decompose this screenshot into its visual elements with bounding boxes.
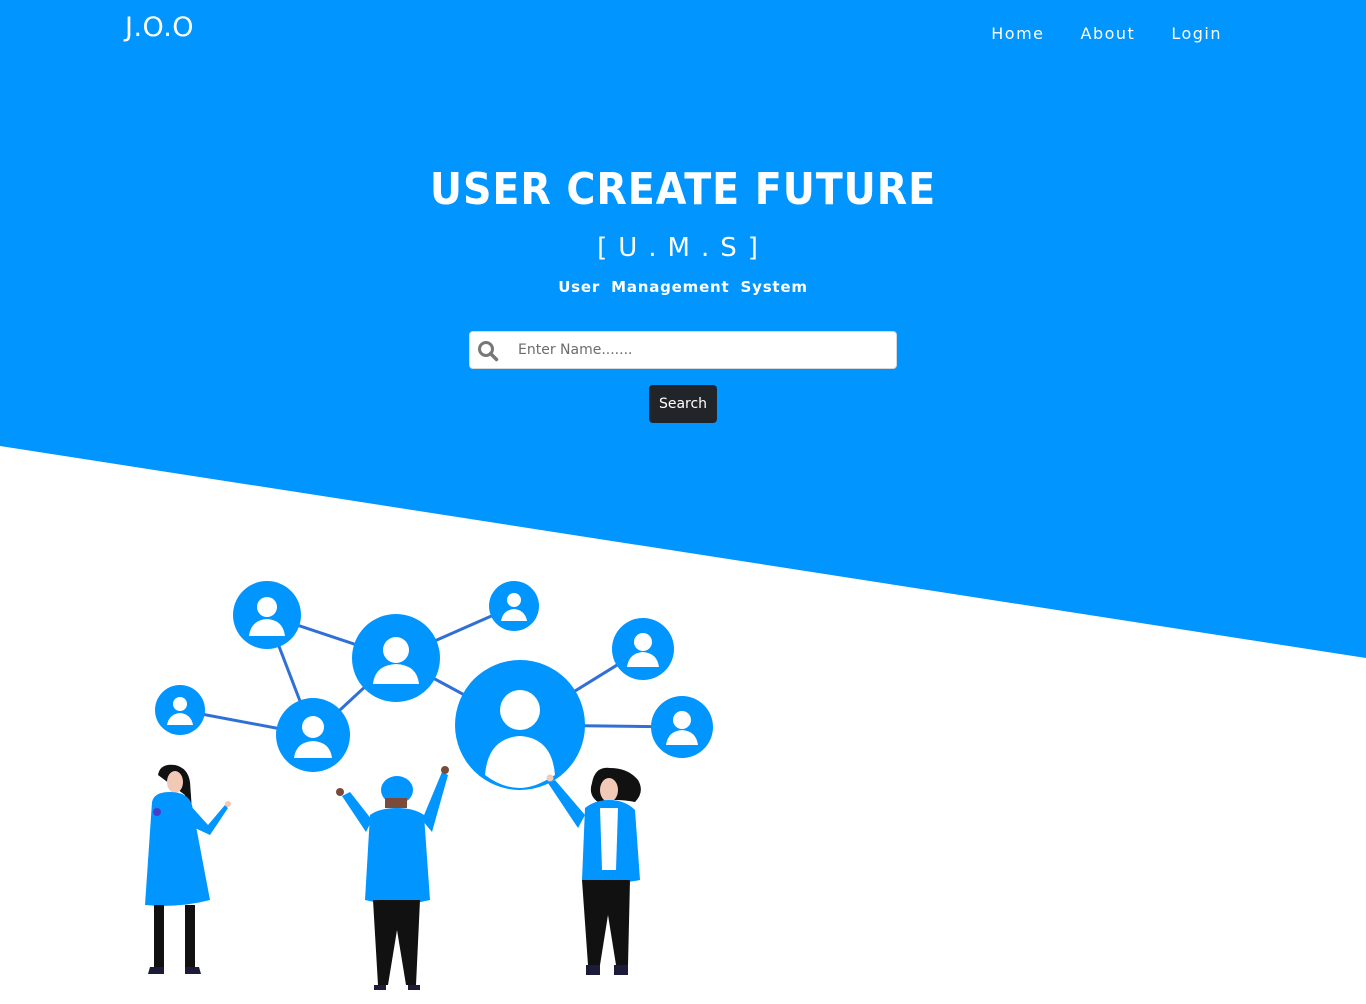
hero-abbreviation: [U.M.S] (597, 233, 769, 263)
navbar: J.O.O Home About Login (0, 0, 1366, 70)
page: J.O.O Home About Login USER CREATE FUTUR… (0, 0, 1366, 1004)
user-node (612, 618, 674, 680)
user-node (455, 660, 585, 790)
search-button[interactable]: Search (649, 385, 717, 423)
hero: USER CREATE FUTURE [U.M.S] User Manageme… (0, 160, 1366, 296)
user-node (489, 581, 539, 631)
nav-link-about[interactable]: About (1081, 24, 1136, 43)
user-node (651, 696, 713, 758)
user-node (276, 698, 350, 772)
person-right (546, 767, 641, 975)
nav-link-home[interactable]: Home (991, 24, 1044, 43)
user-node (155, 685, 205, 735)
search-icon (478, 341, 499, 362)
brand-logo[interactable]: J.O.O (125, 12, 194, 43)
hero-subtitle: User Management System (558, 278, 808, 296)
user-node (352, 614, 440, 702)
nav-link-login[interactable]: Login (1171, 24, 1222, 43)
search-input[interactable] (518, 332, 888, 368)
nav-links: Home About Login (991, 24, 1222, 43)
search-box (469, 331, 897, 369)
hero-title: USER CREATE FUTURE (429, 164, 937, 215)
user-network-illustration (145, 581, 713, 990)
user-node (233, 581, 301, 649)
person-middle (336, 766, 449, 990)
person-left (145, 764, 231, 974)
